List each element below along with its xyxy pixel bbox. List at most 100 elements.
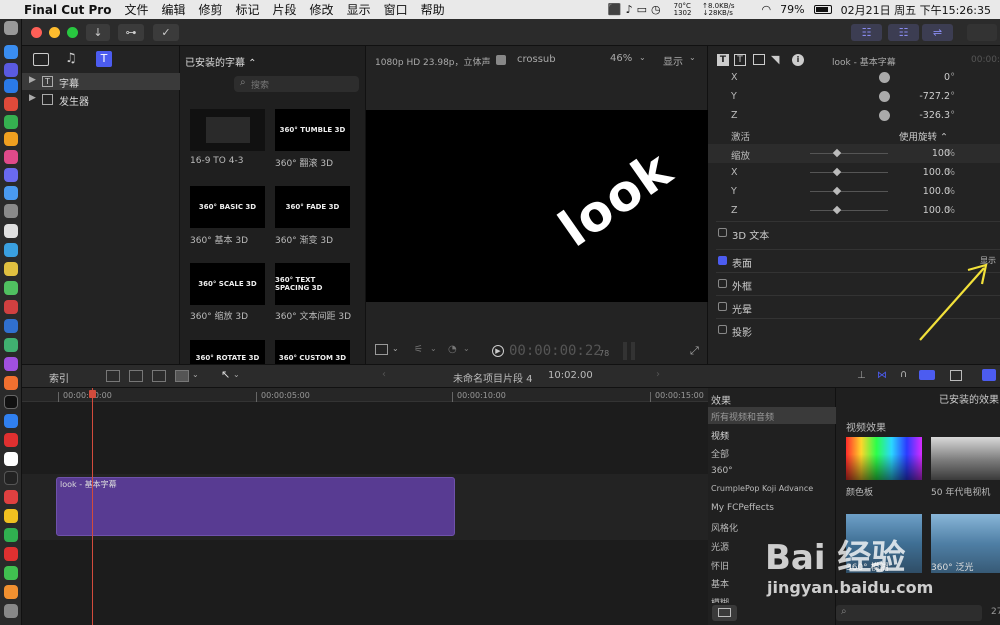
battery-percent[interactable]: 79%	[780, 3, 804, 16]
skimming-icon[interactable]: ⋈	[877, 370, 887, 381]
menu-edit[interactable]: 编辑	[161, 1, 185, 18]
category-my-fcpeffects[interactable]: My FCPeffects	[711, 503, 774, 513]
dock-app-icon[interactable]	[4, 186, 18, 200]
menu-app[interactable]: Final Cut Pro	[24, 3, 111, 17]
effects-search-field[interactable]: ⌕	[836, 605, 982, 621]
dock-app-icon[interactable]	[4, 414, 18, 428]
dock-app-icon[interactable]	[4, 281, 18, 295]
time-ruler[interactable]	[22, 388, 708, 402]
playhead-handle[interactable]	[89, 390, 96, 398]
menu-window[interactable]: 窗口	[384, 1, 408, 18]
3d-text-checkbox[interactable]	[718, 228, 727, 237]
chevron-down-icon[interactable]: ⌄	[463, 344, 470, 353]
category-video[interactable]: 视频	[711, 429, 729, 442]
category-retro[interactable]: 怀旧	[711, 559, 729, 572]
dock-app-icon[interactable]	[4, 115, 18, 129]
select-tool-icon[interactable]: ↖	[221, 368, 230, 381]
photos-audio-icon[interactable]: ♫	[65, 51, 77, 66]
close-window-button[interactable]	[31, 27, 42, 38]
dock-app-icon[interactable]	[4, 433, 18, 447]
menu-view[interactable]: 显示	[347, 1, 371, 18]
rotation-dial[interactable]	[879, 110, 890, 121]
status-icons[interactable]: ⬛♪▭◷	[608, 3, 665, 16]
dock-app-icon[interactable]	[4, 262, 18, 276]
category-light[interactable]: 光源	[711, 540, 729, 553]
timeline-layout-icon[interactable]: ☷	[888, 24, 919, 41]
transform-tools-icon[interactable]	[375, 344, 388, 355]
headphones-icon[interactable]: ∩	[900, 369, 907, 380]
back-arrow-icon[interactable]: ‹	[382, 369, 386, 380]
forward-arrow-icon[interactable]: ›	[656, 369, 660, 380]
title-thumbnail[interactable]: 360° TEXT SPACING 3D	[275, 263, 350, 305]
expand-arrow-icon[interactable]: ▶	[29, 93, 36, 103]
dock-app-icon[interactable]	[4, 79, 18, 93]
menu-clip[interactable]: 片段	[273, 1, 297, 18]
category-stylize[interactable]: 风格化	[711, 521, 738, 534]
dock-app-icon[interactable]	[4, 21, 18, 35]
dock-app-icon[interactable]	[4, 300, 18, 314]
zoom-menu[interactable]: 46%	[610, 53, 632, 64]
activate-popup[interactable]: 使用旋转 ⌃	[899, 129, 948, 143]
rotation-dial[interactable]	[879, 91, 890, 102]
rotation-y-value[interactable]: -727.2	[919, 91, 950, 102]
category-blur[interactable]: 模糊	[711, 596, 729, 603]
dock-app-icon[interactable]	[4, 452, 18, 466]
dock-app-icon[interactable]	[4, 97, 18, 111]
dock-app-icon[interactable]	[4, 150, 18, 164]
keywords-icon[interactable]: ⊶	[118, 24, 144, 41]
title-thumbnail[interactable]: 360° SCALE 3D	[190, 263, 265, 305]
menu-modify[interactable]: 修改	[310, 1, 334, 18]
chevron-down-icon[interactable]: ⌄	[430, 344, 437, 353]
overwrite-clip-icon[interactable]	[175, 370, 189, 382]
playhead[interactable]	[92, 388, 93, 625]
title-thumbnail[interactable]: 360° FADE 3D	[275, 186, 350, 228]
minimize-window-button[interactable]	[49, 27, 60, 38]
dock-app-icon[interactable]	[4, 243, 18, 257]
info-icon[interactable]: i	[792, 54, 804, 66]
chevron-down-icon[interactable]: ⌄	[233, 370, 240, 379]
timeline-clip[interactable]: look - 基本字幕	[56, 477, 455, 536]
category-all[interactable]: 全部	[711, 447, 729, 460]
sidebar-item-generators[interactable]: 发生器	[59, 93, 89, 108]
menu-trim[interactable]: 修剪	[199, 1, 223, 18]
effect-thumbnail[interactable]	[931, 437, 1000, 480]
speed-icon[interactable]: ◔	[448, 344, 457, 355]
rotation-dial[interactable]	[879, 72, 890, 83]
insert-clip-icon[interactable]	[129, 370, 143, 382]
title-thumbnail[interactable]: 360° CUSTOM 3D	[275, 340, 350, 364]
dock-app-icon[interactable]	[4, 224, 18, 238]
dock-app-icon[interactable]	[4, 566, 18, 580]
scale-y-slider[interactable]	[810, 186, 888, 196]
chevron-down-icon[interactable]: ⌄	[192, 370, 199, 379]
fullscreen-icon[interactable]: ⤢	[690, 344, 699, 358]
index-button[interactable]: 索引	[49, 370, 69, 385]
drop-shadow-checkbox[interactable]	[718, 325, 727, 334]
menu-help[interactable]: 帮助	[421, 1, 445, 18]
scale-z-slider[interactable]	[810, 205, 888, 215]
libraries-icon[interactable]	[33, 53, 49, 66]
dock-app-icon[interactable]	[4, 319, 18, 333]
expand-arrow-icon[interactable]: ▶	[29, 75, 36, 85]
dock-app-icon[interactable]	[4, 168, 18, 182]
category-360[interactable]: 360°	[711, 466, 733, 476]
dock-app-icon[interactable]	[4, 45, 18, 59]
clock[interactable]: 02月21日 周五 下午15:26:35	[841, 2, 991, 18]
search-field[interactable]: ⌕ 搜索	[234, 76, 359, 92]
dock-app-icon[interactable]	[4, 585, 18, 599]
dock-app-icon[interactable]	[4, 376, 18, 390]
scale-x-slider[interactable]	[810, 167, 888, 177]
rotation-x-value[interactable]: 0	[944, 72, 950, 83]
zoom-window-button[interactable]	[67, 27, 78, 38]
append-clip-icon[interactable]	[106, 370, 120, 382]
scale-slider[interactable]	[810, 148, 888, 158]
dock-app-icon[interactable]	[4, 63, 18, 77]
rotation-z-value[interactable]: -326.3	[919, 110, 950, 121]
dock-app-icon[interactable]	[4, 395, 18, 409]
face-checkbox[interactable]	[718, 256, 727, 265]
dock-app-icon[interactable]	[4, 338, 18, 352]
color-inspector-icon[interactable]: ◥	[771, 53, 779, 66]
share-icon[interactable]	[967, 24, 997, 41]
dock-app-icon[interactable]	[4, 204, 18, 218]
title-thumbnail[interactable]: 360° TUMBLE 3D	[275, 109, 350, 151]
menu-mark[interactable]: 标记	[236, 1, 260, 18]
